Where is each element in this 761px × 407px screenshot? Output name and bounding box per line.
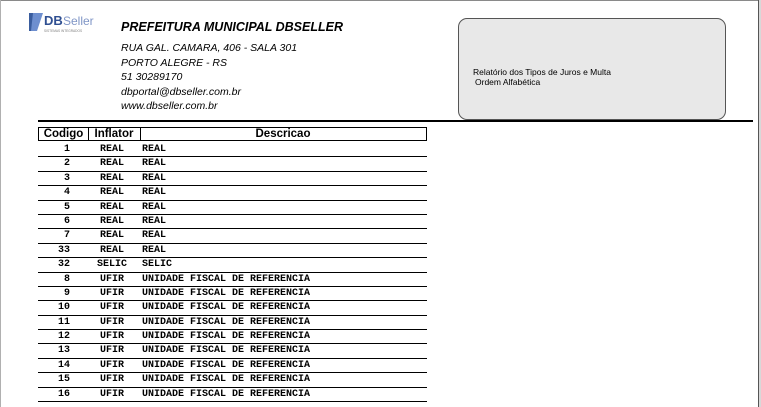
cell-codigo: 13 (57, 345, 70, 357)
cell-codigo: 33 (57, 244, 70, 256)
cell-inflator: REAL (99, 187, 124, 199)
cell-codigo: 14 (57, 359, 70, 371)
report-order: Ordem Alfabética (475, 77, 541, 87)
header-divider (38, 120, 753, 122)
cell-inflator: UFIR (99, 374, 124, 386)
cell-codigo: 15 (57, 374, 70, 386)
table-row: 33 REAL REAL (38, 244, 427, 259)
table-row: 13 UFIR UNIDADE FISCAL DE REFERENCIA (38, 344, 427, 359)
logo-db-text: DB (44, 13, 63, 28)
cell-descricao: UNIDADE FISCAL DE REFERENCIA (142, 374, 311, 386)
cell-descricao: UNIDADE FISCAL DE REFERENCIA (142, 359, 311, 371)
cell-inflator: REAL (99, 230, 124, 242)
cell-descricao: UNIDADE FISCAL DE REFERENCIA (142, 316, 311, 328)
cell-codigo: 16 (57, 388, 70, 400)
cell-descricao: REAL (142, 215, 167, 227)
table-row: 8 UFIR UNIDADE FISCAL DE REFERENCIA (38, 273, 427, 287)
cell-inflator: UFIR (99, 316, 124, 328)
table-row: 5 REAL REAL (38, 201, 427, 215)
cell-inflator: REAL (99, 215, 124, 227)
cell-codigo: 6 (63, 215, 70, 227)
cell-inflator: UFIR (99, 287, 124, 299)
cell-inflator: REAL (99, 158, 124, 170)
organization-name: PREFEITURA MUNICIPAL DBSELLER (121, 20, 343, 34)
report-info-box: Relatório dos Tipos de Juros e Multa Ord… (458, 18, 726, 120)
page-left-edge (0, 0, 1, 407)
column-header-inflator: Inflator (88, 128, 141, 140)
cell-descricao: REAL (142, 158, 167, 170)
address: RUA GAL. CAMARA, 406 - SALA 301 (121, 42, 298, 54)
table-row: 1 REAL REAL (38, 143, 427, 158)
cell-descricao: REAL (142, 201, 167, 213)
cell-codigo: 32 (57, 259, 70, 271)
table-header: Codigo Inflator Descricao (38, 127, 427, 141)
phone: 51 30289170 (121, 71, 183, 83)
table-row: 6 REAL REAL (38, 215, 427, 230)
website: www.dbseller.com.br (121, 100, 218, 112)
report-header: PREFEITURA MUNICIPAL DBSELLER RUA GAL. C… (121, 20, 343, 114)
cell-inflator: UFIR (99, 388, 124, 400)
cell-descricao: UNIDADE FISCAL DE REFERENCIA (142, 302, 311, 314)
cell-inflator: REAL (99, 144, 124, 155)
cell-inflator: SELIC (96, 259, 127, 271)
cell-descricao: REAL (142, 172, 167, 184)
cell-descricao: REAL (142, 144, 167, 155)
page-top-edge (0, 0, 761, 1)
table-row: 9 UFIR UNIDADE FISCAL DE REFERENCIA (38, 287, 427, 302)
table-row: 16 UFIR UNIDADE FISCAL DE REFERENCIA (38, 388, 427, 403)
cell-descricao: REAL (142, 244, 167, 256)
cell-codigo: 11 (57, 316, 70, 328)
cell-descricao: UNIDADE FISCAL DE REFERENCIA (142, 287, 311, 299)
table-body: 1 REAL REAL 2 REAL REAL 3 REAL REAL 4 REAL REAL 5 REA… (38, 143, 427, 403)
cell-descricao: REAL (142, 230, 167, 242)
table-row: 15 UFIR UNIDADE FISCAL DE REFERENCIA (38, 373, 427, 388)
table-row: 12 UFIR UNIDADE FISCAL DE REFERENCIA (38, 330, 427, 345)
cell-descricao: REAL (142, 187, 167, 199)
column-header-codigo: Codigo (39, 128, 89, 140)
cell-descricao: UNIDADE FISCAL DE REFERENCIA (142, 345, 311, 357)
table-row: 3 REAL REAL (38, 172, 427, 187)
report-title: Relatório dos Tipos de Juros e Multa (473, 67, 611, 77)
table-row: 10 UFIR UNIDADE FISCAL DE REFERENCIA (38, 301, 427, 316)
cell-codigo: 8 (63, 273, 70, 285)
city: PORTO ALEGRE - RS (121, 56, 227, 69)
cell-descricao: UNIDADE FISCAL DE REFERENCIA (142, 388, 311, 400)
table-row: 7 REAL REAL (38, 229, 427, 244)
logo-seller-text: Seller (63, 14, 94, 28)
cell-codigo: 5 (63, 201, 70, 213)
cell-descricao: SELIC (142, 259, 173, 271)
column-header-descricao: Descricao (255, 128, 311, 140)
table-row: 11 UFIR UNIDADE FISCAL DE REFERENCIA (38, 316, 427, 331)
cell-codigo: 9 (63, 287, 70, 299)
cell-inflator: REAL (99, 172, 124, 184)
logo-tagline: SISTEMAS INTEGRADOS (44, 29, 82, 33)
table-row: 4 REAL REAL (38, 186, 427, 201)
cell-inflator: REAL (99, 244, 124, 256)
cell-inflator: UFIR (99, 359, 124, 371)
cell-codigo: 3 (63, 172, 70, 184)
cell-codigo: 2 (63, 158, 70, 170)
cell-descricao: UNIDADE FISCAL DE REFERENCIA (142, 331, 311, 343)
dbseller-logo: DB Seller SISTEMAS INTEGRADOS (29, 13, 94, 33)
table-row: 32 SELIC SELIC (38, 258, 427, 273)
cell-descricao: UNIDADE FISCAL DE REFERENCIA (142, 273, 311, 285)
cell-inflator: UFIR (99, 302, 124, 314)
cell-inflator: UFIR (99, 345, 124, 357)
cell-codigo: 7 (63, 230, 70, 242)
cell-codigo: 4 (63, 187, 70, 199)
table-row: 14 UFIR UNIDADE FISCAL DE REFERENCIA (38, 359, 427, 374)
cell-inflator: UFIR (99, 273, 124, 285)
cell-inflator: UFIR (99, 331, 124, 343)
cell-inflator: REAL (99, 201, 124, 213)
table-row: 2 REAL REAL (38, 157, 427, 172)
cell-codigo: 10 (57, 302, 70, 314)
cell-codigo: 1 (63, 144, 70, 155)
email: dbportal@dbseller.com.br (121, 85, 241, 98)
cell-codigo: 12 (57, 331, 70, 343)
